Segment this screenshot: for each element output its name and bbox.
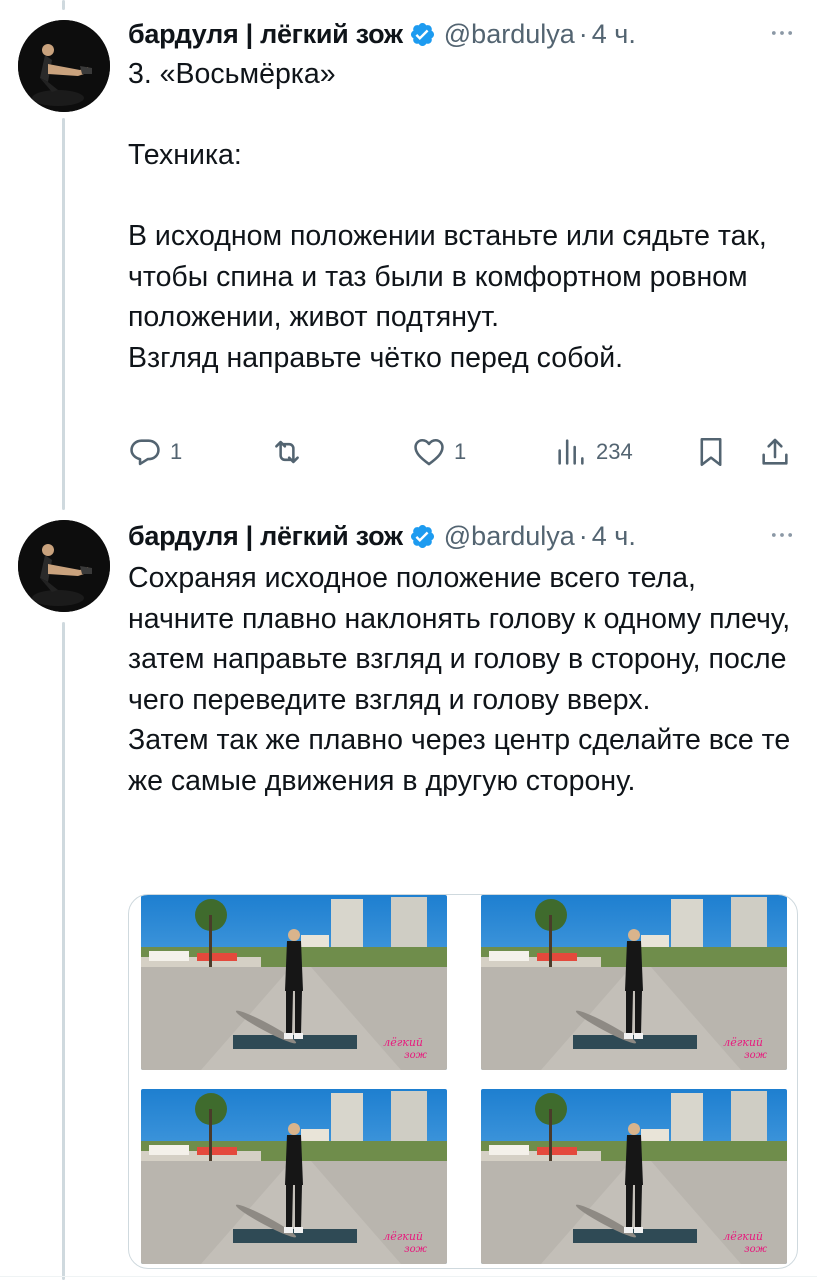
tweet-header: бардуля | лёгкий зож @bardulya · 4 ч. (128, 516, 797, 556)
verified-badge-icon (410, 524, 434, 548)
watermark-line-2: зож (404, 1050, 427, 1061)
media-image-1[interactable]: лёгкий зож (141, 895, 447, 1070)
video-frame: лёгкий зож (141, 1089, 447, 1264)
views-button[interactable]: 234 (554, 432, 633, 472)
tweet-text-content: 3. «Восьмёрка» Техника: В исходном полож… (128, 58, 767, 374)
bookmark-icon (700, 437, 722, 467)
media-image-4[interactable]: лёгкий зож (481, 1089, 787, 1264)
views-count: 234 (596, 439, 633, 464)
media-image-3[interactable]: лёгкий зож (141, 1089, 447, 1264)
retweet-button[interactable] (270, 432, 304, 472)
tweet-text: Сохраняя исходное положение всего тела, … (128, 558, 793, 801)
tweet-actions: 1 1 234 (128, 432, 797, 472)
tweet-text: 3. «Восьмёрка» Техника: В исходном полож… (128, 54, 793, 378)
share-button[interactable] (758, 432, 792, 472)
thread-line-top (62, 0, 65, 10)
dot-separator: · (578, 18, 588, 49)
watermark-line-2: зож (744, 1050, 767, 1061)
tweet-1[interactable]: бардуля | лёгкий зож @bardulya · 4 ч. 3.… (0, 14, 817, 484)
author-name[interactable]: бардуля | лёгкий зож (128, 521, 403, 552)
reply-count: 1 (170, 439, 183, 464)
more-icon[interactable] (767, 520, 797, 550)
media-grid[interactable]: лёгкий зож лёгкий зож лёгкий зож лёгкий … (128, 894, 798, 1269)
timestamp[interactable]: 4 ч. (592, 521, 636, 552)
author-handle[interactable]: @bardulya (444, 19, 575, 50)
watermark-line-2: зож (744, 1244, 767, 1255)
tweet-header: бардуля | лёгкий зож @bardulya · 4 ч. (128, 14, 797, 54)
avatar[interactable] (18, 520, 110, 612)
like-icon (414, 438, 444, 466)
bottom-divider (0, 1276, 817, 1277)
watermark-line-1: лёгкий (383, 1036, 423, 1049)
share-icon (762, 438, 788, 465)
reply-icon (130, 439, 160, 466)
avatar[interactable] (18, 20, 110, 112)
tweet-2[interactable]: бардуля | лёгкий зож @bardulya · 4 ч. Со… (0, 516, 817, 1276)
timestamp[interactable]: 4 ч. (592, 19, 636, 50)
dot-separator: · (578, 520, 588, 551)
author-handle[interactable]: @bardulya (444, 521, 575, 552)
like-count: 1 (454, 439, 467, 464)
author-name[interactable]: бардуля | лёгкий зож (128, 19, 403, 50)
verified-badge-icon (410, 22, 434, 46)
watermark-line-1: лёгкий (383, 1230, 423, 1243)
video-frame: лёгкий зож (481, 895, 787, 1070)
retweet-icon (275, 440, 299, 464)
more-icon[interactable] (767, 18, 797, 48)
reply-button[interactable]: 1 (128, 432, 182, 472)
tweet-text-content: Сохраняя исходное положение всего тела, … (128, 562, 791, 797)
watermark-line-1: лёгкий (723, 1036, 763, 1049)
like-button[interactable]: 1 (412, 432, 466, 472)
watermark-line-1: лёгкий (723, 1230, 763, 1243)
video-frame: лёгкий зож (481, 1089, 787, 1264)
bookmark-button[interactable] (694, 432, 728, 472)
video-frame: лёгкий зож (141, 895, 447, 1070)
watermark-line-2: зож (404, 1244, 427, 1255)
views-icon (558, 439, 584, 465)
media-image-2[interactable]: лёгкий зож (481, 895, 787, 1070)
